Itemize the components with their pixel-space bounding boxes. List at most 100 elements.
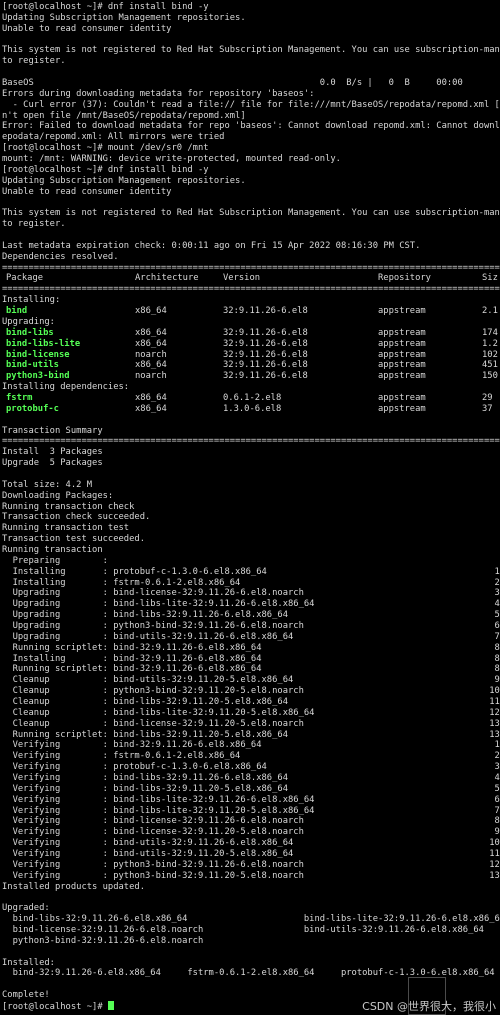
repository: appstream	[378, 371, 426, 382]
version: 32:9.11.26-6.el8	[223, 360, 308, 371]
terminal-line: Verifying : bind-utils-32:9.11.26-6.el8.…	[2, 838, 500, 849]
terminal-line: Installed:	[2, 957, 55, 968]
version: 1.3.0-6.el8	[223, 403, 282, 414]
package-name: bind-license	[6, 349, 70, 360]
terminal-line: Verifying : bind-libs-32:9.11.20-5.el8.x…	[2, 783, 500, 794]
terminal-line: Installed products updated.	[2, 881, 145, 892]
architecture: x86_64	[135, 403, 167, 414]
terminal-line: This system is not registered to Red Hat…	[2, 208, 500, 219]
terminal-line: Upgrading : bind-libs-32:9.11.26-6.el8.x…	[2, 610, 500, 621]
package-name: protobuf-c	[6, 403, 59, 414]
terminal-line: Upgraded:	[2, 903, 50, 914]
package-name: bind-libs-lite	[6, 338, 81, 349]
summary-rule: ========================================…	[2, 436, 500, 447]
terminal-line: Verifying : bind-license-32:9.11.20-5.el…	[2, 827, 500, 838]
terminal-line: Downloading Packages:	[2, 490, 114, 501]
package-name: bind-libs	[6, 327, 54, 338]
version: 32:9.11.26-6.el8	[223, 349, 308, 360]
terminal-line: Dependencies resolved.	[2, 251, 119, 262]
section-label: Installing dependencies:	[2, 382, 130, 393]
terminal-line: to register.	[2, 56, 66, 67]
package-row: bind-license noarch 32:9.11.26-6.el8 appstr…	[2, 350, 500, 361]
terminal-line: Verifying : fstrm-0.6.1-2.el8.x86_64 2/1	[2, 751, 500, 762]
table-rule-mid: ========================================…	[2, 284, 500, 295]
terminal-line: Unable to read consumer identity	[2, 186, 172, 197]
repository: appstream	[378, 349, 426, 360]
terminal-line: Updating Subscription Management reposit…	[2, 12, 246, 23]
terminal-line: Upgrading : bind-utils-32:9.11.26-6.el8.…	[2, 631, 500, 642]
architecture: x86_64	[135, 392, 167, 403]
architecture: x86_64	[135, 338, 167, 349]
terminal-line: mount: /mnt: WARNING: device write-prote…	[2, 154, 341, 165]
repository: appstream	[378, 403, 426, 414]
terminal-line: python3-bind-32:9.11.26-6.el8.noarch	[2, 935, 204, 946]
terminal-line: This system is not registered to Red Hat…	[2, 45, 500, 56]
terminal-line: Verifying : python3-bind-32:9.11.20-5.el…	[2, 870, 500, 881]
terminal-line: Running scriptlet: bind-32:9.11.26-6.el8…	[2, 664, 500, 675]
size: 451	[482, 360, 498, 371]
terminal-line: bind-libs-32:9.11.26-6.el8.x86_64 bind-l…	[2, 914, 500, 925]
package-name: fstrm	[6, 392, 33, 403]
terminal-line: Upgrade 5 Packages	[2, 458, 103, 469]
terminal-line: Cleanup : bind-utils-32:9.11.20-5.el8.x8…	[2, 675, 500, 686]
terminal-line: Installing : bind-32:9.11.26-6.el8.x86_6…	[2, 653, 500, 664]
terminal-line: Verifying : bind-libs-32:9.11.26-6.el8.x…	[2, 773, 500, 784]
section-label: Upgrading:	[2, 316, 55, 327]
size: 174	[482, 327, 498, 338]
terminal-line: [root@localhost ~]# mount /dev/sr0 /mnt	[2, 143, 209, 154]
terminal-line: Upgrading : python3-bind-32:9.11.26-6.el…	[2, 620, 500, 631]
section-label: Installing:	[2, 295, 61, 306]
package-name: bind-utils	[6, 360, 59, 371]
version: Version	[223, 273, 261, 284]
terminal-line: Install 3 Packages	[2, 447, 103, 458]
architecture: noarch	[135, 349, 167, 360]
terminal-line: Installing : protobuf-c-1.3.0-6.el8.x86_…	[2, 566, 500, 577]
version: 32:9.11.26-6.el8	[223, 338, 308, 349]
terminal-line: [root@localhost ~]# dnf install bind -y	[2, 164, 209, 175]
package-name: bind	[6, 306, 28, 317]
terminal-line: Transaction check succeeded.	[2, 512, 151, 523]
size: 150	[482, 371, 498, 382]
terminal-line: BaseOS 0.0 B/s | 0 B 00:00	[2, 78, 463, 89]
terminal-line: epodata/repomd.xml: All mirrors were tri…	[2, 132, 225, 143]
repository: appstream	[378, 338, 426, 349]
terminal-line: [root@localhost ~]# dnf install bind -y	[2, 2, 209, 12]
watermark-text: CSDN @世界很大，我很小	[362, 1000, 496, 1014]
terminal-line: Total size: 4.2 M	[2, 479, 93, 490]
terminal-line: Running scriptlet: bind-32:9.11.26-6.el8…	[2, 642, 500, 653]
terminal-line: Upgrading : bind-libs-lite-32:9.11.26-6.…	[2, 599, 500, 610]
architecture: x86_64	[135, 327, 167, 338]
terminal-line: Unable to read consumer identity	[2, 23, 172, 34]
version: 32:9.11.26-6.el8	[223, 371, 308, 382]
table-rule-top: ========================================…	[2, 262, 500, 273]
size: 1.2	[482, 338, 498, 349]
terminal-line: Verifying : bind-libs-lite-32:9.11.26-6.…	[2, 794, 500, 805]
terminal-line: Transaction Summary	[2, 425, 103, 436]
terminal-output[interactable]: [root@localhost ~]# dnf install bind -y U…	[2, 2, 500, 1012]
terminal-line: Running transaction	[2, 544, 103, 555]
terminal-line: to register.	[2, 219, 66, 230]
text-cursor	[107, 1001, 114, 1011]
package-row: bind-libs-lite x86_64 32:9.11.26-6.el8 apps…	[2, 339, 500, 350]
repository: appstream	[378, 327, 426, 338]
package-row: python3-bind noarch 32:9.11.26-6.el8 appstr…	[2, 371, 500, 382]
architecture: x86_64	[135, 360, 167, 371]
repository: Repository	[378, 273, 431, 284]
terminal-line: Verifying : bind-utils-32:9.11.20-5.el8.…	[2, 849, 500, 860]
prompt-text: [root@localhost ~]#	[2, 1002, 108, 1012]
size: 37	[482, 403, 493, 414]
repository: appstream	[378, 306, 426, 317]
architecture: noarch	[135, 371, 167, 382]
version: 0.6.1-2.el8	[223, 392, 282, 403]
package-name: Package	[6, 273, 44, 284]
terminal-line: Cleanup : python3-bind-32:9.11.20-5.el8.…	[2, 686, 500, 697]
version: 32:9.11.26-6.el8	[223, 306, 308, 317]
architecture: x86_64	[135, 306, 167, 317]
size: 29	[482, 392, 493, 403]
terminal-line: - Curl error (37): Couldn't read a file:…	[2, 99, 500, 110]
package-row: fstrm x86_64 0.6.1-2.el8 appstream 29	[2, 393, 500, 404]
